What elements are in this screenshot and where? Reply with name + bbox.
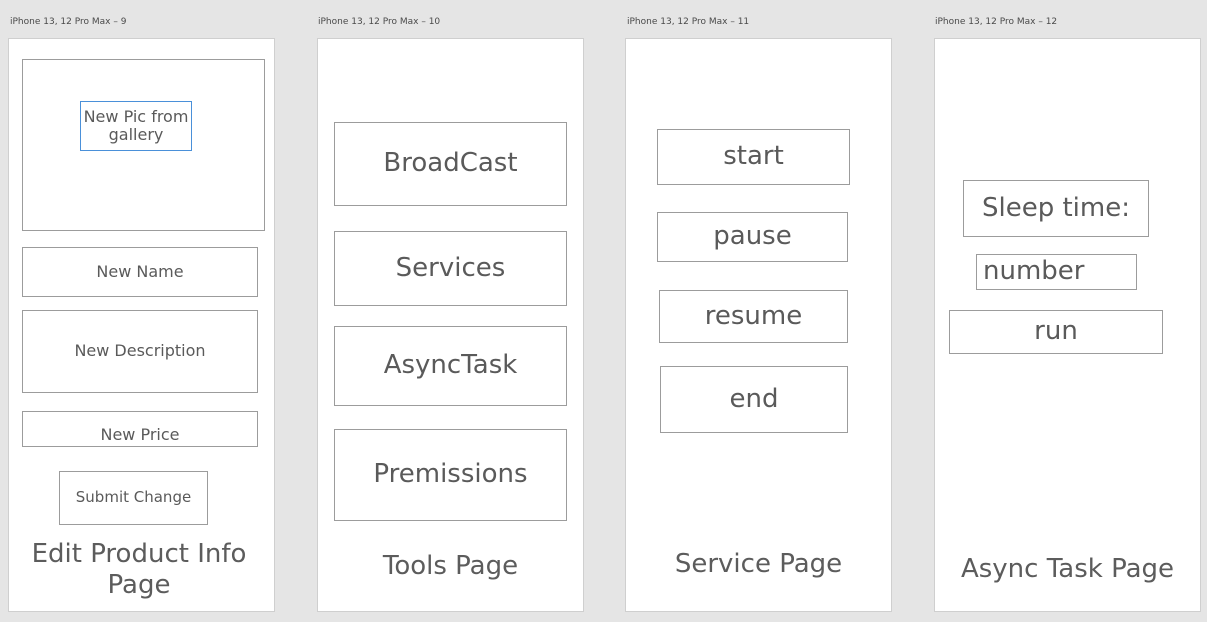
broadcast-label: BroadCast — [383, 148, 518, 179]
submit-change-label: Submit Change — [75, 488, 192, 507]
end-label: end — [729, 383, 779, 414]
artboard-label-9: iPhone 13, 12 Pro Max – 9 — [10, 17, 127, 27]
new-name-placeholder: New Name — [96, 261, 184, 281]
artboard-edit-product: New Pic from gallery New Name New Descri… — [8, 38, 275, 612]
run-label: run — [1034, 316, 1078, 347]
new-price-field[interactable]: New Price — [22, 411, 258, 447]
asynctask-button[interactable]: AsyncTask — [334, 326, 567, 406]
number-placeholder: number — [983, 256, 1085, 287]
new-description-placeholder: New Description — [74, 341, 206, 361]
new-pic-button[interactable]: New Pic from gallery — [80, 101, 192, 151]
new-description-field[interactable]: New Description — [22, 310, 258, 393]
resume-button[interactable]: resume — [659, 290, 848, 343]
sleep-time-label-box: Sleep time: — [963, 180, 1149, 237]
artboard-label-11: iPhone 13, 12 Pro Max – 11 — [627, 17, 750, 27]
sleep-time-label: Sleep time: — [982, 192, 1130, 223]
page-title-service: Service Page — [674, 549, 843, 579]
permissions-button[interactable]: Premissions — [334, 429, 567, 521]
artboard-label-10: iPhone 13, 12 Pro Max – 10 — [318, 17, 441, 27]
pause-label: pause — [713, 221, 792, 252]
services-button[interactable]: Services — [334, 231, 567, 306]
new-name-field[interactable]: New Name — [22, 247, 258, 297]
page-title-tools: Tools Page — [382, 551, 519, 581]
start-label: start — [723, 141, 784, 172]
page-title-async-task: Async Task Page — [960, 554, 1175, 584]
page-title-edit-product: Edit Product Info Page — [31, 539, 247, 601]
end-button[interactable]: end — [660, 366, 848, 433]
new-pic-label: New Pic from gallery — [83, 106, 189, 144]
asynctask-label: AsyncTask — [383, 350, 518, 381]
run-button[interactable]: run — [949, 310, 1163, 354]
artboard-label-12: iPhone 13, 12 Pro Max – 12 — [935, 17, 1058, 27]
number-input[interactable]: number — [976, 254, 1137, 290]
broadcast-button[interactable]: BroadCast — [334, 122, 567, 206]
start-button[interactable]: start — [657, 129, 850, 185]
services-label: Services — [395, 252, 506, 283]
permissions-label: Premissions — [373, 459, 528, 490]
new-price-placeholder: New Price — [100, 424, 180, 444]
pause-button[interactable]: pause — [657, 212, 848, 262]
artboard-tools: BroadCast Services AsyncTask Premissions… — [317, 38, 584, 612]
submit-change-button[interactable]: Submit Change — [59, 471, 208, 525]
resume-label: resume — [704, 300, 803, 331]
artboard-async-task: Sleep time: number run Async Task Page — [934, 38, 1201, 612]
artboard-service: start pause resume end Service Page — [625, 38, 892, 612]
image-placeholder[interactable]: New Pic from gallery — [22, 59, 265, 231]
